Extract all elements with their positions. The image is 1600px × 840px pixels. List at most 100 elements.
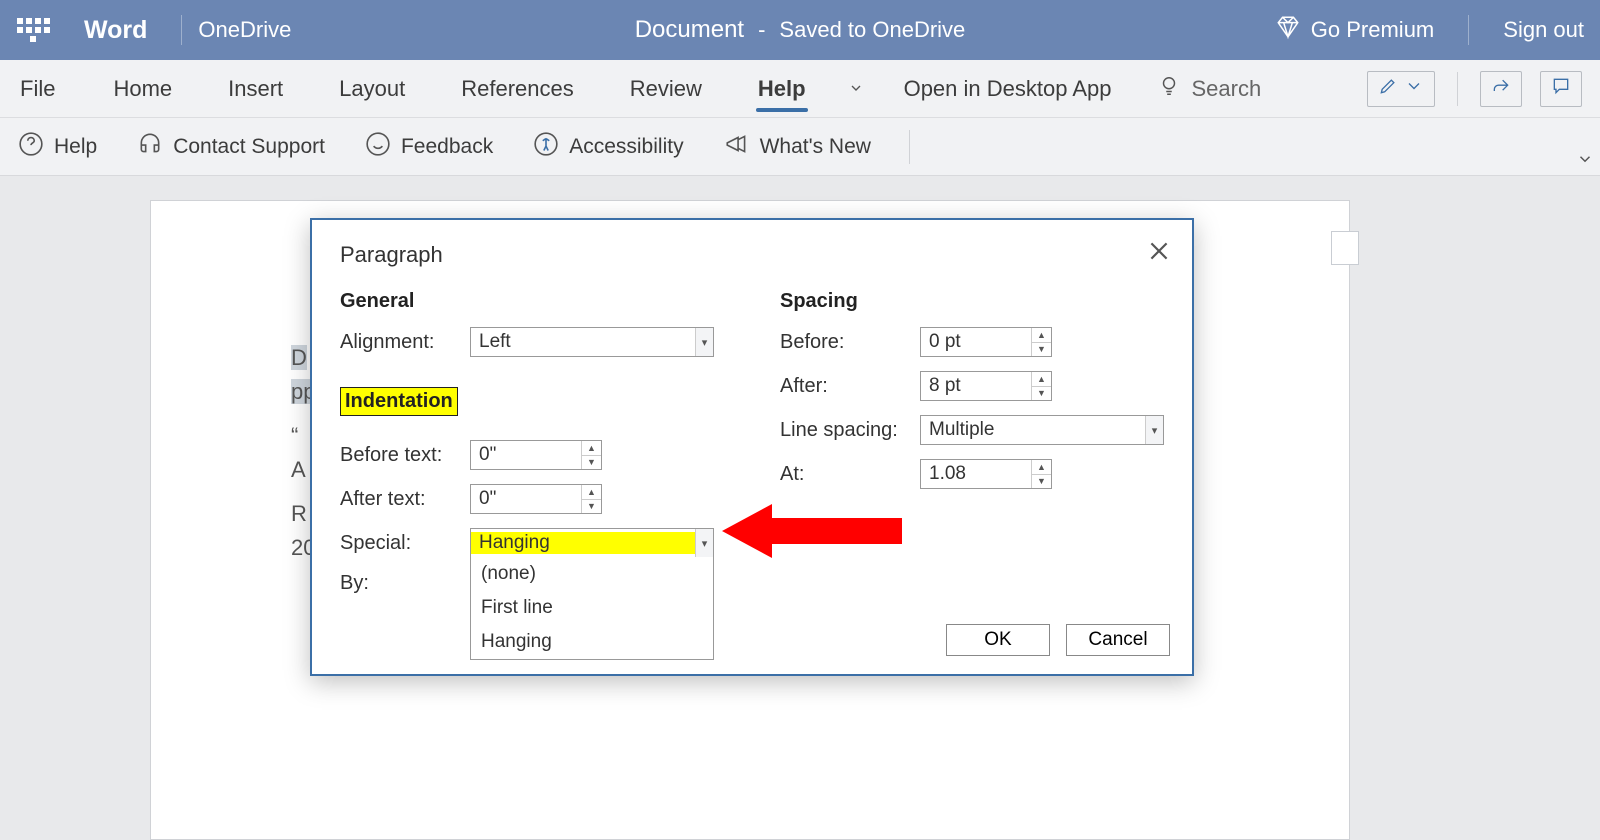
at-spinner[interactable]: 1.08 ▲▼ — [920, 459, 1052, 489]
spin-up-icon[interactable]: ▲ — [1032, 328, 1051, 343]
general-column: General Alignment: Left ▾ Indentation Be… — [340, 290, 720, 609]
search-button[interactable]: Search — [1138, 75, 1282, 102]
spin-up-icon[interactable]: ▲ — [1032, 460, 1051, 475]
special-value: Hanging — [471, 532, 695, 554]
chevron-down-icon[interactable]: ▾ — [695, 529, 713, 557]
special-select[interactable]: Hanging ▾ (none) First line Hanging — [470, 528, 714, 558]
contact-support-button[interactable]: Contact Support — [129, 125, 333, 169]
go-premium-button[interactable]: Go Premium — [1275, 14, 1434, 46]
close-button[interactable] — [1146, 238, 1172, 269]
divider — [909, 130, 910, 164]
smile-icon — [365, 131, 391, 163]
search-label: Search — [1192, 76, 1262, 102]
save-status: Saved to OneDrive — [779, 17, 965, 43]
comments-button[interactable] — [1540, 71, 1582, 107]
spacing-column: Spacing Before: 0 pt ▲▼ After: 8 pt ▲▼ L… — [780, 290, 1164, 609]
question-icon — [18, 131, 44, 163]
divider — [1468, 15, 1469, 45]
before-spacing-value: 0 pt — [921, 331, 1031, 353]
at-label: At: — [780, 463, 920, 486]
tab-overflow-button[interactable] — [834, 60, 878, 118]
chevron-down-icon[interactable]: ▾ — [1145, 416, 1163, 444]
contact-support-label: Contact Support — [173, 135, 325, 159]
after-spacing-value: 8 pt — [921, 375, 1031, 397]
spin-up-icon[interactable]: ▲ — [1032, 372, 1051, 387]
alignment-value: Left — [471, 331, 695, 353]
whats-new-button[interactable]: What's New — [716, 125, 879, 169]
ribbon-tabs: File Home Insert Layout References Revie… — [0, 60, 1600, 118]
dash: - — [758, 17, 765, 43]
tab-review[interactable]: Review — [602, 60, 730, 118]
tab-layout[interactable]: Layout — [311, 60, 433, 118]
ok-button[interactable]: OK — [946, 624, 1050, 656]
location-link[interactable]: OneDrive — [198, 17, 291, 43]
option-none[interactable]: (none) — [471, 557, 713, 591]
paragraph-dialog: Paragraph General Alignment: Left ▾ Inde… — [310, 218, 1194, 676]
chevron-down-icon — [848, 76, 864, 102]
page-corner — [1331, 231, 1359, 265]
before-spacing-spinner[interactable]: 0 pt ▲▼ — [920, 327, 1052, 357]
spin-up-icon[interactable]: ▲ — [582, 485, 601, 500]
feedback-label: Feedback — [401, 135, 493, 159]
pencil-icon — [1378, 76, 1398, 101]
text-fragment: D — [291, 345, 307, 370]
spacing-heading: Spacing — [780, 290, 1164, 313]
after-text-spinner[interactable]: 0" ▲▼ — [470, 484, 602, 514]
title-center: Document - Saved to OneDrive — [635, 16, 966, 44]
before-text-spinner[interactable]: 0" ▲▼ — [470, 440, 602, 470]
chevron-down-icon[interactable]: ▾ — [695, 328, 713, 356]
megaphone-icon — [724, 131, 750, 163]
after-spacing-spinner[interactable]: 8 pt ▲▼ — [920, 371, 1052, 401]
app-name[interactable]: Word — [84, 16, 147, 45]
tab-file[interactable]: File — [6, 60, 85, 118]
spin-down-icon[interactable]: ▼ — [1032, 343, 1051, 357]
comment-icon — [1551, 76, 1571, 101]
line-spacing-label: Line spacing: — [780, 419, 920, 442]
accessibility-icon — [533, 131, 559, 163]
line-spacing-value: Multiple — [921, 419, 1145, 441]
tab-insert[interactable]: Insert — [200, 60, 311, 118]
spin-down-icon[interactable]: ▼ — [582, 456, 601, 470]
spin-down-icon[interactable]: ▼ — [582, 500, 601, 514]
before-text-label: Before text: — [340, 444, 470, 467]
lightbulb-icon — [1158, 75, 1180, 102]
open-in-desktop-button[interactable]: Open in Desktop App — [878, 76, 1138, 102]
spin-down-icon[interactable]: ▼ — [1032, 387, 1051, 401]
option-first-line[interactable]: First line — [471, 591, 713, 625]
divider — [181, 15, 182, 45]
before-text-value: 0" — [471, 444, 581, 466]
accessibility-button[interactable]: Accessibility — [525, 125, 691, 169]
dialog-title: Paragraph — [340, 242, 1164, 268]
share-button[interactable] — [1480, 71, 1522, 107]
document-name[interactable]: Document — [635, 16, 744, 44]
spin-down-icon[interactable]: ▼ — [1032, 475, 1051, 489]
general-heading: General — [340, 290, 720, 313]
go-premium-label: Go Premium — [1311, 17, 1434, 43]
line-spacing-select[interactable]: Multiple ▾ — [920, 415, 1164, 445]
spin-up-icon[interactable]: ▲ — [582, 441, 601, 456]
special-label: Special: — [340, 532, 470, 555]
special-dropdown-list: (none) First line Hanging — [470, 557, 714, 660]
alignment-label: Alignment: — [340, 331, 470, 354]
indentation-heading: Indentation — [340, 387, 458, 416]
before-spacing-label: Before: — [780, 331, 920, 354]
editing-mode-button[interactable] — [1367, 71, 1435, 107]
app-launcher-icon[interactable] — [16, 13, 50, 47]
feedback-button[interactable]: Feedback — [357, 125, 501, 169]
option-hanging[interactable]: Hanging — [471, 625, 713, 659]
at-value: 1.08 — [921, 463, 1031, 485]
after-text-label: After text: — [340, 488, 470, 511]
by-label: By: — [340, 572, 470, 595]
tab-references[interactable]: References — [433, 60, 602, 118]
cancel-button[interactable]: Cancel — [1066, 624, 1170, 656]
whats-new-label: What's New — [760, 135, 871, 159]
tab-home[interactable]: Home — [85, 60, 200, 118]
sign-out-link[interactable]: Sign out — [1503, 17, 1584, 43]
help-button[interactable]: Help — [10, 125, 105, 169]
diamond-icon — [1275, 14, 1301, 46]
collapse-ribbon-button[interactable] — [1576, 150, 1594, 173]
alignment-select[interactable]: Left ▾ — [470, 327, 714, 357]
after-text-value: 0" — [471, 488, 581, 510]
tab-help[interactable]: Help — [730, 60, 834, 118]
accessibility-label: Accessibility — [569, 135, 683, 159]
